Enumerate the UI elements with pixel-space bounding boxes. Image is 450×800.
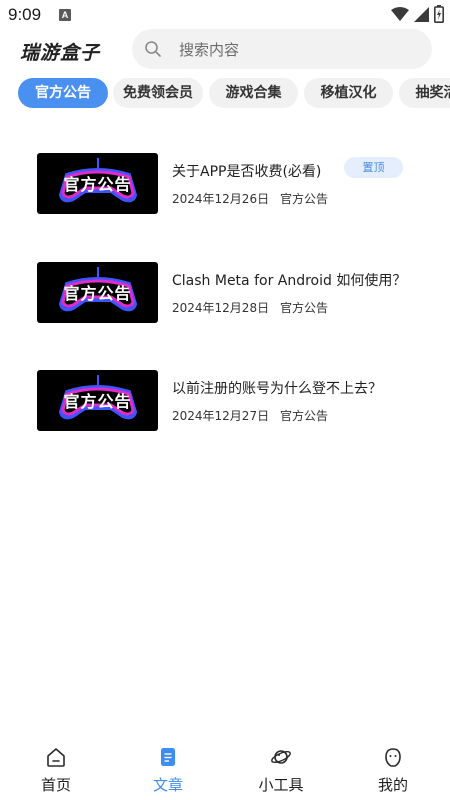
signal-icon bbox=[414, 6, 429, 22]
nav-home-label: 首页 bbox=[40, 776, 71, 794]
nav-tools-label: 小工具 bbox=[258, 776, 304, 794]
thumbnail-label: 官方公告 bbox=[63, 175, 132, 194]
tab-free-membership[interactable]: 免费领会员 bbox=[113, 78, 203, 108]
nav-tools[interactable]: 小工具 bbox=[241, 740, 321, 800]
thumbnail-label: 官方公告 bbox=[63, 284, 132, 303]
article-title: 关于APP是否收费(必看) bbox=[172, 164, 322, 180]
category-tabs: 官方公告 免费领会员 游戏合集 移植汉化 抽奖活动 bbox=[18, 78, 450, 108]
app-title: 瑞游盒子 bbox=[20, 42, 101, 64]
thumbnail-label: 官方公告 bbox=[63, 392, 132, 411]
tab-ported-translations[interactable]: 移植汉化 bbox=[304, 78, 393, 108]
article-date: 2024年12月27日 bbox=[172, 409, 270, 423]
article-thumbnail: 官方公告 bbox=[37, 262, 158, 323]
notification-badge-icon: A bbox=[59, 9, 71, 21]
search-icon bbox=[145, 41, 161, 57]
article-title: 以前注册的账号为什么登不上去？ bbox=[172, 381, 382, 397]
home-icon bbox=[47, 748, 65, 767]
wifi-icon bbox=[391, 7, 409, 21]
search-input[interactable]: 搜索内容 bbox=[132, 29, 432, 69]
article-icon bbox=[161, 748, 175, 766]
bottom-navigation: 首页 文章 小工具 我的 bbox=[0, 740, 450, 800]
pinned-badge: 置顶 bbox=[344, 157, 403, 178]
planet-icon bbox=[271, 750, 291, 764]
article-category: 官方公告 bbox=[280, 301, 329, 315]
nav-home[interactable]: 首页 bbox=[16, 740, 96, 800]
status-bar: 9:09 A bbox=[0, 0, 450, 30]
article-item[interactable]: 官方公告 关于APP是否收费(必看) 置顶 2024年12月26日 官方公告 bbox=[37, 153, 437, 215]
article-title: Clash Meta for Android 如何使用？ bbox=[172, 273, 407, 289]
nav-profile-label: 我的 bbox=[377, 776, 408, 794]
article-thumbnail: 官方公告 bbox=[37, 370, 158, 431]
article-item[interactable]: 官方公告 Clash Meta for Android 如何使用？ 2024年1… bbox=[37, 262, 437, 324]
nav-articles-label: 文章 bbox=[152, 776, 183, 794]
search-placeholder: 搜索内容 bbox=[179, 41, 240, 59]
article-date: 2024年12月28日 bbox=[172, 301, 270, 315]
article-item[interactable]: 官方公告 以前注册的账号为什么登不上去？ 2024年12月27日 官方公告 bbox=[37, 370, 437, 432]
tab-lottery[interactable]: 抽奖活动 bbox=[399, 78, 450, 108]
battery-icon bbox=[434, 5, 444, 23]
tab-official-announcements[interactable]: 官方公告 bbox=[18, 78, 108, 108]
status-time: 9:09 bbox=[8, 5, 42, 24]
article-thumbnail: 官方公告 bbox=[37, 153, 158, 214]
nav-articles[interactable]: 文章 bbox=[128, 740, 208, 800]
status-icons bbox=[391, 5, 444, 23]
article-category: 官方公告 bbox=[280, 409, 329, 423]
article-category: 官方公告 bbox=[280, 192, 329, 206]
nav-profile[interactable]: 我的 bbox=[353, 740, 433, 800]
article-date: 2024年12月26日 bbox=[172, 192, 270, 206]
tab-game-collection[interactable]: 游戏合集 bbox=[209, 78, 298, 108]
profile-icon bbox=[385, 748, 401, 767]
